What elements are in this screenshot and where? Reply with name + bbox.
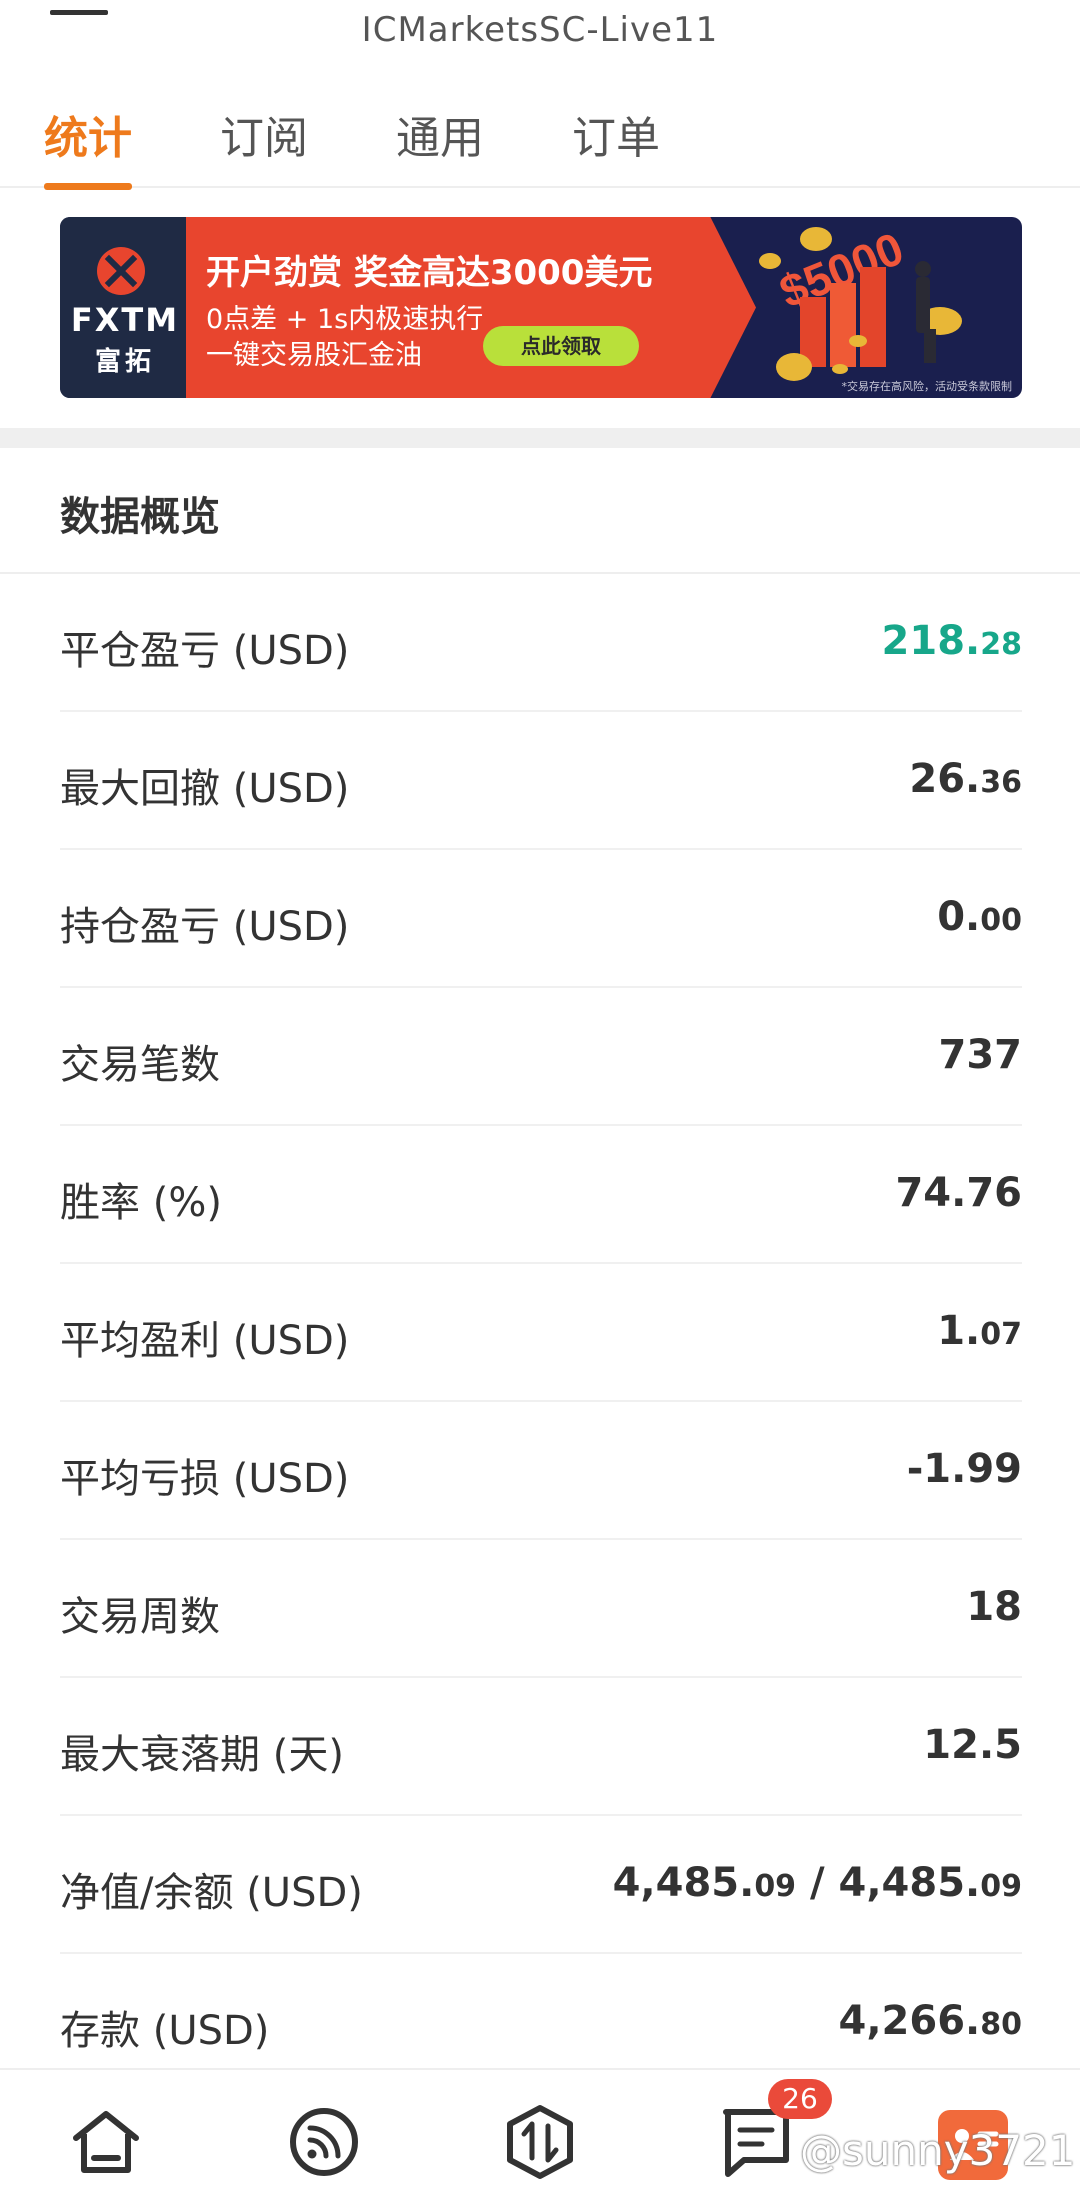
stat-value: 1.07	[937, 1308, 1022, 1354]
message-count-badge: 26	[768, 2079, 832, 2119]
stat-label: 交易笔数	[60, 1042, 220, 1088]
tab-general[interactable]: 通用	[396, 102, 484, 188]
tab-bar: 统计 订阅 通用 订单	[0, 90, 1080, 190]
stat-row-trading-weeks: 交易周数 18	[0, 1540, 1080, 1678]
stat-row-avg-profit: 平均盈利 (USD) 1.07	[0, 1264, 1080, 1402]
stat-row-max-drawdown: 最大回撤 (USD) 26.36	[0, 712, 1080, 850]
stat-value: 737	[938, 1032, 1023, 1078]
fxtm-logo: FXTM 富拓	[60, 217, 186, 398]
stat-row-trade-count: 交易笔数 737	[0, 988, 1080, 1126]
app-header: ICMarketsSC-Live11	[0, 0, 1080, 60]
overview-list: 平仓盈亏 (USD) 218.28 最大回撤 (USD) 26.36 持仓盈亏 …	[0, 574, 1080, 2092]
stat-value: 0.00	[937, 894, 1022, 940]
bottom-navigation: 26 @sunny3721	[0, 2068, 1080, 2208]
stat-label: 最大衰落期 (天)	[60, 1732, 344, 1778]
active-tab-indicator	[44, 183, 132, 190]
stat-label: 平均盈利 (USD)	[60, 1318, 350, 1364]
signal-feed-icon[interactable]	[286, 2104, 362, 2180]
stat-value: 26.36	[909, 756, 1022, 802]
stat-label: 最大回撤 (USD)	[60, 766, 350, 812]
stat-row-avg-loss: 平均亏损 (USD) -1.99	[0, 1402, 1080, 1540]
stat-label: 平仓盈亏 (USD)	[60, 628, 350, 674]
banner-headline: 开户劲赏 奖金高达3000美元	[206, 253, 653, 293]
stat-label: 胜率 (%)	[60, 1180, 222, 1226]
fxtm-logo-mark-icon	[97, 247, 145, 295]
banner-cta-button[interactable]: 点此领取	[483, 326, 639, 366]
stat-value: 12.5	[923, 1722, 1022, 1768]
logo-subtext: 富拓	[94, 347, 155, 377]
stat-row-equity-balance: 净值/余额 (USD) 4,485.09 / 4,485.09	[0, 1816, 1080, 1954]
stat-row-open-pnl: 持仓盈亏 (USD) 0.00	[0, 850, 1080, 988]
stat-value: 18	[966, 1584, 1022, 1630]
trade-arrows-icon[interactable]	[502, 2104, 578, 2180]
stat-value: 74.76	[895, 1170, 1022, 1216]
logo-text: FXTM	[70, 301, 180, 339]
stat-label: 存款 (USD)	[60, 2008, 270, 2054]
banner-coins-illustration: $5000	[759, 222, 962, 381]
account-title: ICMarketsSC-Live11	[361, 10, 719, 50]
stat-value: 218.28	[881, 618, 1022, 664]
stat-row-closed-pnl: 平仓盈亏 (USD) 218.28	[0, 574, 1080, 712]
tab-orders[interactable]: 订单	[572, 102, 660, 188]
stat-value: -1.99	[906, 1446, 1022, 1492]
stat-value: 4,266.80	[838, 1998, 1022, 2044]
banner-line-1: 0点差 + 1s内极速执行	[206, 304, 484, 335]
home-icon[interactable]	[68, 2104, 144, 2180]
stat-label: 持仓盈亏 (USD)	[60, 904, 350, 950]
stat-row-max-decline-period: 最大衰落期 (天) 12.5	[0, 1678, 1080, 1816]
section-separator	[0, 428, 1080, 448]
stat-row-win-rate: 胜率 (%) 74.76	[0, 1126, 1080, 1264]
watermark: @sunny3721	[800, 2126, 1076, 2175]
stat-label: 交易周数	[60, 1594, 220, 1640]
stat-value: 4,485.09 / 4,485.09	[612, 1860, 1022, 1906]
banner-disclaimer: *交易存在高风险，活动受条款限制	[841, 380, 1013, 393]
stat-label: 净值/余额 (USD)	[60, 1870, 363, 1916]
tab-statistics[interactable]: 统计	[44, 102, 132, 190]
overview-title: 数据概览	[60, 494, 220, 540]
tab-subscription[interactable]: 订阅	[220, 102, 308, 188]
stat-label: 平均亏损 (USD)	[60, 1456, 350, 1502]
banner-line-2: 一键交易股汇金油	[206, 340, 422, 371]
promo-banner[interactable]: FXTM 富拓 开户劲赏 奖金高达3000美元 0点差 + 1s内极速执行 一键…	[60, 217, 1022, 398]
